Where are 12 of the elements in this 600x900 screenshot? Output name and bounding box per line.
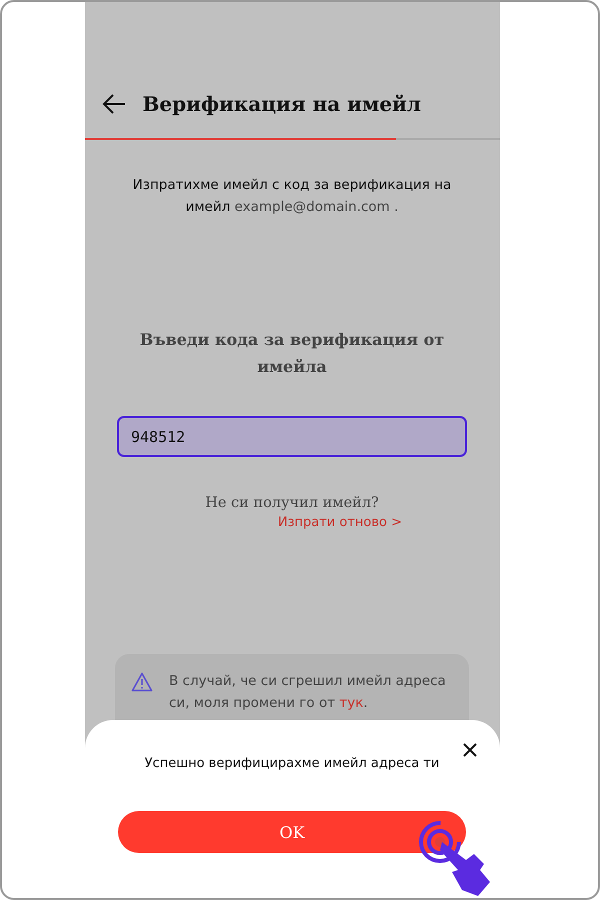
resend-link[interactable]: Изпрати отново > [278,515,402,530]
ok-button[interactable]: OK [118,811,466,853]
resend-question: Не си получил имейл? [205,495,379,511]
change-email-link[interactable]: тук [339,695,364,711]
code-input-field[interactable]: 948512 [117,416,467,457]
code-prompt: Въведи кода за верификация от имейла [138,329,446,378]
close-icon[interactable] [462,742,478,758]
back-arrow-icon[interactable] [100,93,126,115]
success-message: Успешно верифицирахме имейл адреса ти [144,756,440,771]
intro-text: Изпратихме имейл с код за верификация на имейл example@domain.com . [132,176,452,217]
warning-icon [131,672,153,692]
screen-title: Верификация на имейл [142,92,421,116]
